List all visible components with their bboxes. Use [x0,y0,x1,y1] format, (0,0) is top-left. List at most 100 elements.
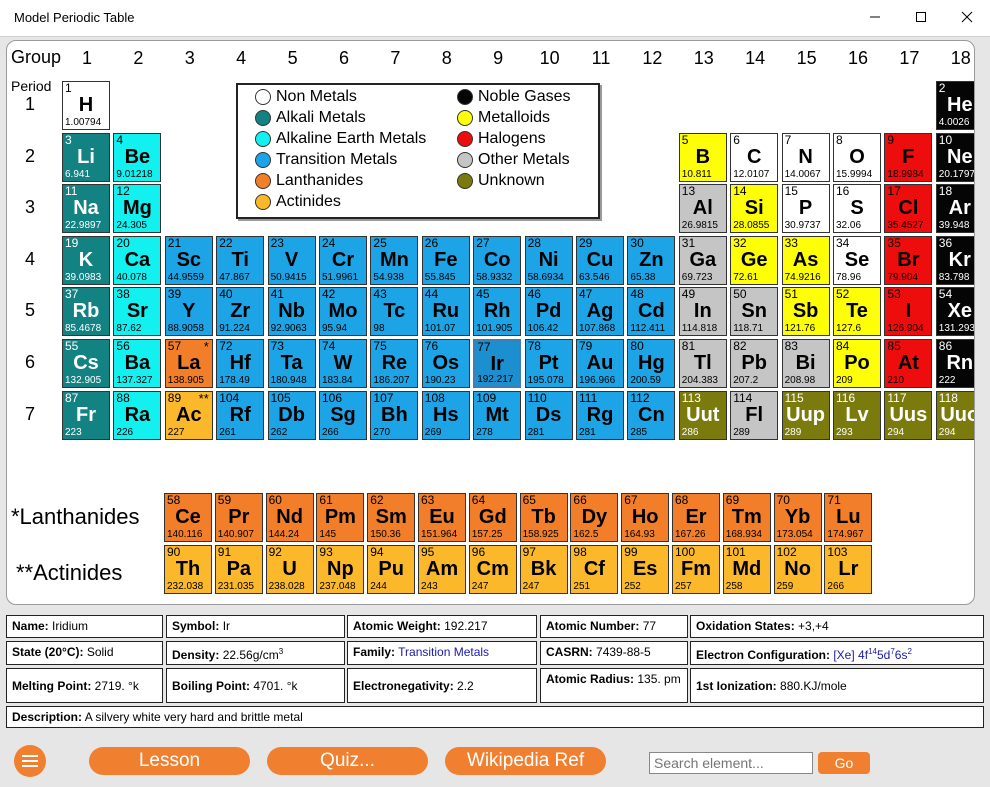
element-cell-fm[interactable]: 100 Fm 257 [672,545,720,594]
element-cell-cr[interactable]: 24 Cr 51.9961 [319,235,367,285]
quiz-button[interactable]: Quiz... [267,747,428,775]
element-cell-th[interactable]: 90 Th 232.038 [164,545,212,594]
element-cell-ag[interactable]: 47 Ag 107.868 [576,287,624,337]
element-cell-np[interactable]: 93 Np 237.048 [316,545,365,594]
wikipedia-ref-button[interactable]: Wikipedia Ref [445,747,606,775]
element-cell-c[interactable]: 6 C 12.0107 [730,132,779,182]
element-cell-k[interactable]: 19 K 39.0983 [62,235,110,285]
element-cell-dy[interactable]: 66 Dy 162.5 [570,493,619,542]
element-cell-pb[interactable]: 82 Pb 207.2 [730,339,779,388]
element-cell-hs[interactable]: 108 Hs 269 [421,390,470,440]
element-cell-sr[interactable]: 38 Sr 87.62 [113,287,162,337]
element-cell-mg[interactable]: 12 Mg 24.305 [113,184,162,234]
element-cell-cs[interactable]: 55 Cs 132.905 [62,339,110,388]
element-cell-nb[interactable]: 41 Nb 92.9063 [267,287,316,337]
element-cell-w[interactable]: 74 W 183.84 [319,339,367,388]
element-cell-ho[interactable]: 67 Ho 164.93 [621,493,670,542]
element-cell-pd[interactable]: 46 Pd 106.42 [524,287,573,337]
element-cell-ce[interactable]: 58 Ce 140.116 [164,493,212,542]
element-cell-hg[interactable]: 80 Hg 200.59 [627,339,676,388]
element-cell-ba[interactable]: 56 Ba 137.327 [113,339,162,388]
element-cell-u[interactable]: 92 U 238.028 [265,545,314,594]
element-cell-rg[interactable]: 111 Rg 281 [576,390,624,440]
element-cell-no[interactable]: 102 No 259 [773,545,822,594]
element-cell-b[interactable]: 5 B 10.811 [678,132,727,182]
element-cell-cl[interactable]: 17 Cl 35.4527 [884,184,933,234]
element-cell-tl[interactable]: 81 Tl 204.383 [678,339,727,388]
element-cell-nd[interactable]: 60 Nd 144.24 [265,493,314,542]
element-cell-uus[interactable]: 117 Uus 294 [884,390,933,440]
lesson-button[interactable]: Lesson [89,747,250,775]
element-cell-au[interactable]: 79 Au 196.966 [576,339,624,388]
element-cell-h[interactable]: 1 H 1.00794 [62,81,110,130]
element-cell-uup[interactable]: 115 Uup 289 [781,390,830,440]
element-cell-cm[interactable]: 96 Cm 247 [468,545,517,594]
element-cell-re[interactable]: 75 Re 186.207 [370,339,419,388]
element-cell-y[interactable]: 39 Y 88.9058 [164,287,213,337]
element-cell-pu[interactable]: 94 Pu 244 [367,545,416,594]
element-cell-po[interactable]: 84 Po 209 [833,339,881,388]
element-cell-he[interactable]: 2 He 4.0026 [935,81,974,130]
element-cell-na[interactable]: 11 Na 22.9897 [62,184,110,234]
element-cell-te[interactable]: 52 Te 127.6 [833,287,881,337]
element-cell-zn[interactable]: 30 Zn 65.38 [627,235,676,285]
element-cell-pt[interactable]: 78 Pt 195.078 [524,339,573,388]
element-cell-rf[interactable]: 104 Rf 261 [216,390,265,440]
minimize-button[interactable] [852,0,898,34]
element-cell-kr[interactable]: 36 Kr 83.798 [935,235,974,285]
search-element-input[interactable] [649,752,813,774]
element-cell-ac[interactable]: 89 Ac 227 ** [164,390,213,440]
element-cell-f[interactable]: 9 F 18.9984 [884,132,933,182]
element-cell-lu[interactable]: 71 Lu 174.967 [824,493,873,542]
element-cell-es[interactable]: 99 Es 252 [621,545,670,594]
element-cell-p[interactable]: 15 P 30.9737 [781,184,830,234]
element-cell-bk[interactable]: 97 Bk 247 [519,545,568,594]
element-cell-fe[interactable]: 26 Fe 55.845 [421,235,470,285]
element-cell-s[interactable]: 16 S 32.06 [833,184,881,234]
element-cell-ca[interactable]: 20 Ca 40.078 [113,235,162,285]
element-cell-sb[interactable]: 51 Sb 121.76 [781,287,830,337]
element-cell-mt[interactable]: 109 Mt 278 [473,390,522,440]
element-cell-er[interactable]: 68 Er 167.26 [672,493,720,542]
element-cell-se[interactable]: 34 Se 78.96 [833,235,881,285]
element-cell-uuo[interactable]: 118Uuo294 [935,390,974,440]
element-cell-am[interactable]: 95 Am 243 [418,545,466,594]
menu-button[interactable] [14,745,46,777]
element-cell-cf[interactable]: 98 Cf 251 [570,545,619,594]
element-cell-ds[interactable]: 110 Ds 281 [524,390,573,440]
element-cell-ru[interactable]: 44 Ru 101.07 [421,287,470,337]
element-cell-bi[interactable]: 83 Bi 208.98 [781,339,830,388]
element-cell-cu[interactable]: 29 Cu 63.546 [576,235,624,285]
element-cell-sc[interactable]: 21 Sc 44.9559 [164,235,213,285]
element-cell-cn[interactable]: 112 Cn 285 [627,390,676,440]
element-cell-ne[interactable]: 10 Ne 20.1797 [935,132,974,182]
element-cell-o[interactable]: 8 O 15.9994 [833,132,881,182]
element-cell-tc[interactable]: 43 Tc 98 [370,287,419,337]
element-cell-lv[interactable]: 116 Lv 293 [833,390,881,440]
element-cell-pm[interactable]: 61 Pm 145 [316,493,365,542]
element-cell-li[interactable]: 3 Li 6.941 [62,132,110,182]
element-cell-xe[interactable]: 54 Xe 131.293 [935,287,974,337]
element-cell-sm[interactable]: 62 Sm 150.36 [367,493,416,542]
element-cell-be[interactable]: 4 Be 9.01218 [113,132,162,182]
element-cell-al[interactable]: 13 Al 26.9815 [678,184,727,234]
element-cell-ta[interactable]: 73 Ta 180.948 [267,339,316,388]
element-cell-ga[interactable]: 31 Ga 69.723 [678,235,727,285]
element-cell-i[interactable]: 53 I 126.904 [884,287,933,337]
element-cell-md[interactable]: 101 Md 258 [722,545,771,594]
element-cell-v[interactable]: 23 V 50.9415 [267,235,316,285]
element-cell-la[interactable]: 57 La 138.905 * [164,339,213,388]
element-cell-mn[interactable]: 25 Mn 54.938 [370,235,419,285]
element-cell-zr[interactable]: 40 Zr 91.224 [216,287,265,337]
element-cell-fl[interactable]: 114 Fl 289 [730,390,779,440]
close-button[interactable] [944,0,990,34]
element-cell-ti[interactable]: 22 Ti 47.867 [216,235,265,285]
element-cell-mo[interactable]: 42 Mo 95.94 [319,287,367,337]
element-cell-tb[interactable]: 65 Tb 158.925 [519,493,568,542]
element-cell-bh[interactable]: 107 Bh 270 [370,390,419,440]
element-cell-fr[interactable]: 87 Fr 223 [62,390,110,440]
element-cell-rn[interactable]: 86 Rn 222 [935,339,974,388]
element-cell-lr[interactable]: 103 Lr 266 [824,545,873,594]
element-cell-rb[interactable]: 37 Rb 85.4678 [62,287,110,337]
element-cell-as[interactable]: 33 As 74.9216 [781,235,830,285]
